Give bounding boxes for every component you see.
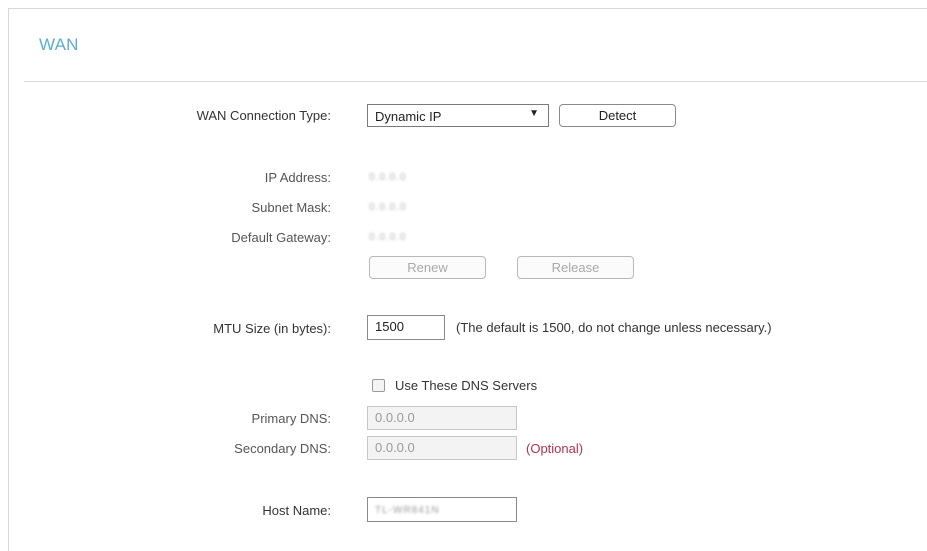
chevron-down-icon: ▼	[529, 108, 539, 119]
primary-dns-label: Primary DNS:	[251, 411, 331, 426]
renew-button[interactable]: Renew	[369, 256, 486, 279]
default-gateway-value: 0.0.0.0	[369, 232, 407, 243]
ip-address-value: 0.0.0.0	[369, 172, 407, 183]
mtu-size-input[interactable]: 1500	[367, 315, 445, 340]
release-button[interactable]: Release	[517, 256, 634, 279]
title-divider	[24, 81, 927, 82]
use-dns-servers-label[interactable]: Use These DNS Servers	[395, 378, 537, 393]
host-name-value: TL-WR841N	[375, 505, 440, 516]
secondary-dns-label: Secondary DNS:	[234, 441, 331, 456]
frame-left-border	[8, 8, 9, 551]
ip-address-label: IP Address:	[264, 170, 331, 185]
host-name-label: Host Name:	[262, 503, 331, 518]
mtu-size-label: MTU Size (in bytes):	[213, 321, 331, 336]
subnet-mask-value: 0.0.0.0	[369, 202, 407, 213]
wan-connection-type-value: Dynamic IP	[375, 109, 442, 124]
optional-note: (Optional)	[526, 441, 584, 456]
wan-connection-type-select[interactable]: Dynamic IP ▼	[367, 104, 549, 127]
default-gateway-label: Default Gateway:	[231, 230, 331, 245]
mtu-hint-text: (The default is 1500, do not change unle…	[456, 320, 772, 335]
subnet-mask-label: Subnet Mask:	[251, 200, 332, 215]
detect-button[interactable]: Detect	[559, 104, 676, 127]
use-dns-servers-checkbox[interactable]	[372, 379, 385, 392]
host-name-input[interactable]: TL-WR841N	[367, 497, 517, 522]
section-title: WAN	[39, 35, 79, 54]
frame-top-border	[8, 8, 927, 9]
primary-dns-input[interactable]: 0.0.0.0	[367, 406, 517, 430]
secondary-dns-input[interactable]: 0.0.0.0	[367, 436, 517, 460]
wan-connection-type-label: WAN Connection Type:	[196, 108, 331, 123]
wan-settings-page: WAN WAN Connection Type: Dynamic IP ▼ De…	[0, 0, 927, 551]
